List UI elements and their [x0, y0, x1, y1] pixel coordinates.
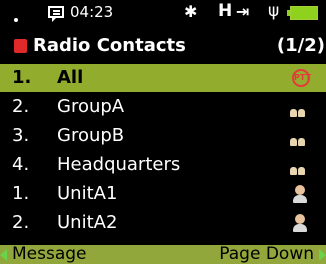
page-title: Radio Contacts: [33, 35, 186, 56]
ptt-icon: PTT: [292, 69, 311, 87]
left-arrow-icon: [0, 249, 7, 261]
contact-row-unita2[interactable]: 2. UnitA2: [0, 209, 326, 237]
contact-name: Headquarters: [57, 154, 181, 175]
h-icon: H: [218, 1, 233, 21]
title-bar: Radio Contacts (1/2): [0, 30, 326, 60]
contact-name: GroupB: [57, 125, 125, 146]
contact-number: 3.: [12, 125, 30, 146]
contact-number: 2.: [12, 96, 30, 117]
transfer-icon: ⇥: [236, 2, 250, 21]
page-indicator: (1/2): [276, 35, 325, 56]
antenna-icon: ψ: [268, 1, 280, 21]
status-dot: [14, 18, 18, 22]
contact-row-groupa[interactable]: 2. GroupA: [0, 93, 326, 121]
group-icon: [290, 156, 310, 175]
contact-number: 2.: [12, 212, 30, 233]
contact-row-headquarters[interactable]: 4. Headquarters: [0, 151, 326, 179]
page-down-softkey[interactable]: Page Down: [219, 245, 314, 264]
message-softkey[interactable]: Message: [12, 245, 87, 264]
contact-name: GroupA: [57, 96, 125, 117]
group-icon: [290, 98, 310, 117]
radio-contacts-icon: [14, 39, 27, 53]
contact-name: All: [57, 67, 84, 88]
contact-number: 1.: [12, 67, 32, 88]
contact-row-all[interactable]: 1. All PTT: [0, 64, 326, 92]
contact-list: 1. All PTT 2. GroupA 3. GroupB 4. Headqu…: [0, 64, 326, 238]
contact-number: 1.: [12, 183, 30, 204]
message-icon: [48, 6, 64, 22]
battery-icon: [287, 6, 318, 20]
contact-row-groupb[interactable]: 3. GroupB: [0, 122, 326, 150]
contact-row-unita1[interactable]: 1. UnitA1: [0, 180, 326, 208]
status-time: 04:23: [70, 3, 114, 21]
contact-number: 4.: [12, 154, 30, 175]
contact-name: UnitA1: [57, 183, 118, 204]
softkey-bar: Message Page Down: [0, 245, 326, 264]
bluetooth-icon: ✱: [184, 2, 198, 21]
user-icon: [290, 214, 310, 232]
contact-name: UnitA2: [57, 212, 118, 233]
status-bar: 04:23 ✱ H ⇥ ψ: [0, 0, 326, 26]
group-icon: [290, 127, 310, 146]
right-arrow-icon: [319, 249, 326, 261]
user-icon: [290, 185, 310, 203]
